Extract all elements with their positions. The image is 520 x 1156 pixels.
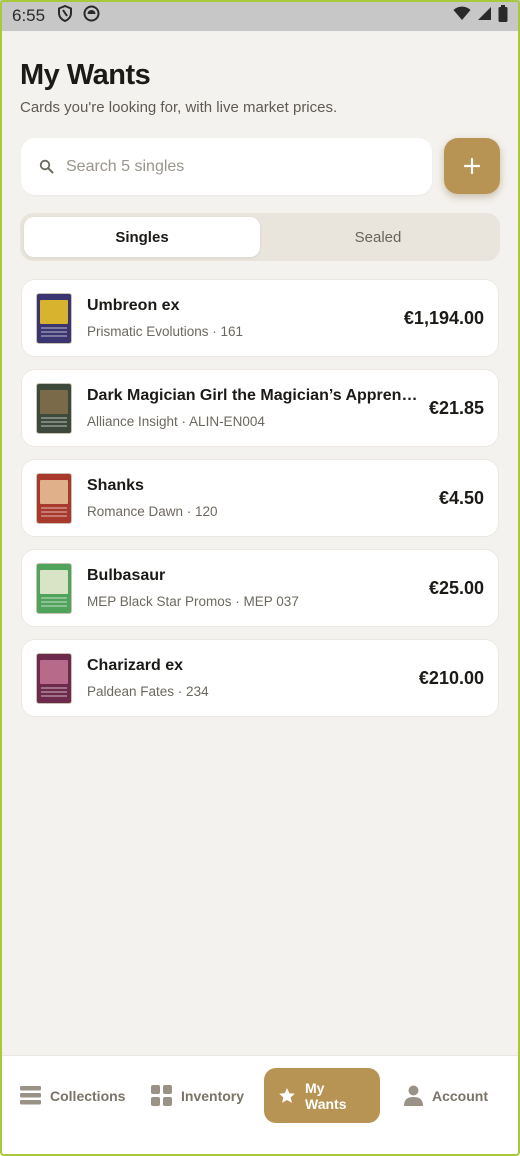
card-thumbnail <box>36 472 72 524</box>
page-title: My Wants <box>20 59 151 91</box>
card-thumbnail <box>36 562 72 614</box>
bottom-nav: Collections Inventory My Wants Account <box>0 1055 520 1156</box>
list-item[interactable]: Dark Magician Girl the Magician’s Appren… <box>21 369 499 447</box>
nav-label: Inventory <box>181 1087 245 1104</box>
tab-singles[interactable]: Singles <box>24 217 260 257</box>
nav-label: My Wants <box>305 1079 347 1112</box>
card-set-info: MEP Black Star Promos · MEP 037 <box>87 594 299 609</box>
star-icon <box>278 1087 296 1105</box>
card-price: €1,194.00 <box>403 307 484 328</box>
nav-label: Account <box>432 1087 488 1104</box>
collections-icon <box>20 1086 41 1105</box>
wifi-icon <box>453 6 471 26</box>
app-notification-icon <box>83 5 100 27</box>
card-price: €21.85 <box>428 397 484 418</box>
card-set-info: Romance Dawn · 120 <box>87 504 218 519</box>
nav-inventory[interactable]: Inventory <box>151 1068 244 1123</box>
card-set-info: Alliance Insight · ALIN-EN004 <box>87 414 265 429</box>
card-name: Charizard ex <box>87 657 184 674</box>
add-want-button[interactable] <box>444 138 500 194</box>
card-name: Shanks <box>87 477 144 494</box>
shield-icon <box>57 4 73 27</box>
card-name: Umbreon ex <box>87 297 180 314</box>
status-bar: 6:55 <box>0 0 520 31</box>
signal-icon <box>477 6 492 26</box>
search-icon <box>39 159 54 174</box>
card-price: €210.00 <box>418 667 484 688</box>
card-thumbnail <box>36 382 72 434</box>
card-set-info: Paldean Fates · 234 <box>87 684 209 699</box>
card-price: €25.00 <box>428 577 484 598</box>
list-item[interactable]: Shanks Romance Dawn · 120 €4.50 <box>21 459 499 537</box>
person-icon <box>404 1085 423 1106</box>
battery-icon <box>498 4 508 27</box>
nav-my-wants[interactable]: My Wants <box>264 1068 380 1123</box>
search-input[interactable] <box>66 157 386 176</box>
type-tabs: Singles Sealed <box>20 213 500 261</box>
card-thumbnail <box>36 652 72 704</box>
list-item[interactable]: Bulbasaur MEP Black Star Promos · MEP 03… <box>21 549 499 627</box>
list-item[interactable]: Charizard ex Paldean Fates · 234 €210.00 <box>21 639 499 717</box>
status-time: 6:55 <box>12 5 46 25</box>
card-name: Bulbasaur <box>87 567 166 584</box>
tab-sealed[interactable]: Sealed <box>260 217 496 257</box>
card-price: €4.50 <box>438 487 484 508</box>
wants-list: Umbreon ex Prismatic Evolutions · 161 €1… <box>21 279 499 729</box>
nav-account[interactable]: Account <box>404 1068 488 1123</box>
card-set-info: Prismatic Evolutions · 161 <box>87 324 244 339</box>
nav-label: Collections <box>50 1087 126 1104</box>
card-thumbnail <box>36 292 72 344</box>
inventory-grid-icon <box>151 1085 172 1106</box>
search-bar <box>21 138 432 195</box>
list-item[interactable]: Umbreon ex Prismatic Evolutions · 161 €1… <box>21 279 499 357</box>
card-name: Dark Magician Girl the Magician’s Appren… <box>87 387 422 404</box>
page-subtitle: Cards you're looking for, with live mark… <box>20 99 338 116</box>
nav-collections[interactable]: Collections <box>20 1068 125 1123</box>
plus-icon <box>463 157 481 175</box>
